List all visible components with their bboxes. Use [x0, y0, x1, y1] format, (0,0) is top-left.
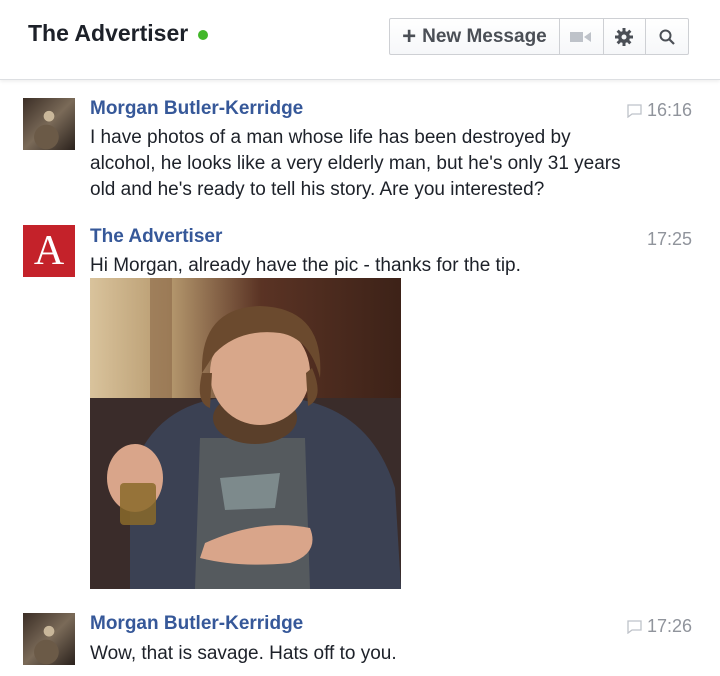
message-time-text: 17:25 — [646, 229, 692, 249]
message-sender-name[interactable]: Morgan Butler-Kerridge — [90, 98, 303, 120]
avatar[interactable] — [23, 98, 75, 150]
message-text: I have photos of a man whose life has be… — [90, 127, 621, 200]
avatar-photo — [23, 613, 75, 665]
avatar[interactable] — [23, 613, 75, 665]
message-sender-name[interactable]: The Advertiser — [90, 226, 222, 248]
video-call-button[interactable] — [558, 19, 603, 54]
header-toolbar: + New Message — [389, 18, 689, 55]
search-icon — [659, 29, 675, 45]
attachment-image — [90, 278, 401, 589]
message-text: Wow, that is savage. Hats off to you. — [90, 643, 397, 664]
message-timestamp: 16:16 — [627, 100, 692, 121]
message-text: Hi Morgan, already have the pic - thanks… — [90, 255, 521, 276]
conversation-header: The Advertiser + New Message — [0, 0, 720, 80]
plus-icon: + — [402, 22, 417, 50]
advertiser-logo: A — [23, 225, 75, 277]
message-sender-name[interactable]: Morgan Butler-Kerridge — [90, 613, 303, 635]
message-timestamp: 17:26 — [627, 616, 692, 637]
message-timestamp: 17:25 — [647, 229, 692, 250]
video-camera-icon — [570, 31, 592, 42]
new-message-button[interactable]: + New Message — [390, 19, 559, 54]
online-status-dot — [198, 30, 209, 40]
chat-bubble-icon — [627, 619, 642, 634]
message-time-text: 17:26 — [646, 616, 692, 636]
conversation-title-text[interactable]: The Advertiser — [28, 20, 188, 47]
avatar-photo — [23, 98, 75, 150]
search-button[interactable] — [645, 19, 688, 54]
avatar[interactable]: A — [23, 225, 75, 277]
gear-icon — [615, 27, 634, 46]
photo-attachment[interactable] — [90, 278, 401, 589]
settings-button[interactable] — [602, 19, 646, 54]
message-time-text: 16:16 — [646, 100, 692, 120]
chat-bubble-icon — [627, 103, 642, 118]
conversation-title[interactable]: The Advertiser — [28, 20, 209, 47]
new-message-label: New Message — [422, 25, 547, 47]
